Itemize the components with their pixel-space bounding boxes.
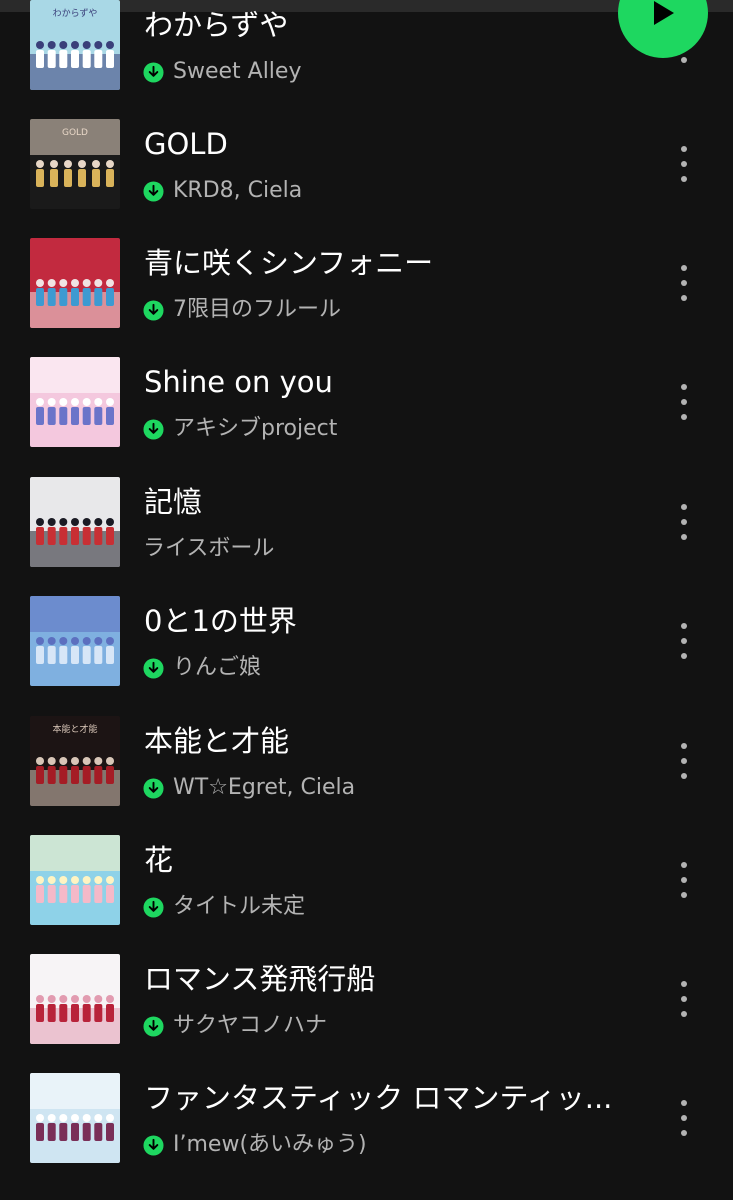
- track-artist: タイトル未定: [173, 894, 306, 919]
- more-options-button[interactable]: [669, 736, 699, 786]
- more-options-button[interactable]: [669, 855, 699, 905]
- more-options-button[interactable]: [669, 1093, 699, 1143]
- more-options-icon: [681, 981, 687, 1017]
- track-row[interactable]: 0と1の世界りんご娘: [0, 576, 733, 695]
- more-options-button[interactable]: [669, 139, 699, 189]
- track-artist: I’mew(あいみゅう): [173, 1132, 367, 1157]
- track-row[interactable]: ファンタスティック ロマンティッ... I’mew(あいみゅう): [0, 1053, 733, 1172]
- album-art: [30, 835, 120, 925]
- track-row[interactable]: 記憶 ライスボール: [0, 457, 733, 576]
- track-title: 花: [144, 843, 174, 877]
- track-meta: WT☆Egret, Ciela: [143, 774, 355, 802]
- album-cover: [30, 1073, 120, 1163]
- album-cover: [30, 954, 120, 1044]
- download-icon: [143, 299, 164, 321]
- track-meta: ライスボール: [143, 535, 274, 563]
- track-row[interactable]: ロマンス発飛行船サクヤコノハナ: [0, 934, 733, 1053]
- more-options-button[interactable]: [669, 258, 699, 308]
- track-meta: サクヤコノハナ: [143, 1012, 327, 1040]
- download-icon: [143, 61, 164, 83]
- track-title: ファンタスティック ロマンティッ...: [144, 1081, 613, 1115]
- more-options-icon: [681, 504, 687, 540]
- download-icon: [143, 896, 164, 918]
- track-meta: りんご娘: [143, 654, 261, 682]
- more-options-button[interactable]: [669, 497, 699, 547]
- track-row[interactable]: 本能と才能 本能と才能 WT☆Egret, Ciela: [0, 696, 733, 815]
- track-title: 本能と才能: [144, 724, 290, 758]
- track-meta: アキシブproject: [143, 415, 337, 443]
- track-row[interactable]: 花タイトル未定: [0, 815, 733, 934]
- track-title: GOLD: [144, 127, 228, 161]
- track-title: 記憶: [144, 485, 203, 519]
- track-artist: りんご娘: [173, 655, 262, 680]
- play-icon: [654, 1, 674, 25]
- album-cover: [30, 477, 120, 567]
- album-cover: [30, 835, 120, 925]
- download-icon: [143, 180, 164, 202]
- track-title: ロマンス発飛行船: [144, 962, 376, 996]
- track-artist: アキシブproject: [173, 416, 338, 441]
- more-options-icon: [681, 146, 687, 182]
- track-title: Shine on you: [144, 365, 333, 399]
- album-art: [30, 238, 120, 328]
- track-artist: ライスボール: [143, 536, 275, 561]
- album-cover: わからずや: [30, 0, 120, 90]
- track-meta: Sweet Alley: [143, 58, 301, 86]
- more-options-icon: [681, 1100, 687, 1136]
- album-art: [30, 954, 120, 1044]
- more-options-icon: [681, 862, 687, 898]
- more-options-button[interactable]: [669, 974, 699, 1024]
- track-artist: KRD8, Ciela: [173, 178, 303, 203]
- more-options-button[interactable]: [669, 616, 699, 666]
- download-icon: [143, 1134, 164, 1156]
- album-art-text: わからずや: [53, 8, 98, 19]
- album-cover: [30, 238, 120, 328]
- track-row[interactable]: Shine on you アキシブproject: [0, 337, 733, 456]
- album-art: [30, 1073, 120, 1163]
- more-options-icon: [681, 384, 687, 420]
- album-art: 本能と才能: [30, 716, 120, 806]
- track-artist: Sweet Alley: [173, 59, 302, 84]
- track-title: わからずや: [144, 8, 289, 42]
- track-artist: サクヤコノハナ: [173, 1013, 328, 1038]
- more-options-icon: [681, 743, 687, 779]
- track-artist: WT☆Egret, Ciela: [173, 775, 356, 800]
- more-options-icon: [681, 265, 687, 301]
- album-art: [30, 596, 120, 686]
- track-meta: I’mew(あいみゅう): [143, 1131, 367, 1159]
- download-icon: [143, 1015, 164, 1037]
- track-row[interactable]: 青に咲くシンフォニー 7限目のフルール: [0, 218, 733, 337]
- more-options-button[interactable]: [669, 377, 699, 427]
- album-cover: [30, 596, 120, 686]
- track-artist: 7限目のフルール: [173, 297, 341, 322]
- album-cover: GOLD: [30, 119, 120, 209]
- album-art: [30, 357, 120, 447]
- track-title: 0と1の世界: [144, 604, 297, 638]
- track-meta: 7限目のフルール: [143, 296, 341, 324]
- more-options-icon: [681, 623, 687, 659]
- track-row[interactable]: GOLD GOLD KRD8, Ciela: [0, 99, 733, 218]
- album-cover: [30, 357, 120, 447]
- playlist-screen: わからずや わからずや Sweet Alley GOLD GOLD KRD8, Ciela…: [0, 0, 733, 1200]
- track-title: 青に咲くシンフォニー: [144, 246, 434, 280]
- album-art: GOLD: [30, 119, 120, 209]
- album-art-text: GOLD: [62, 128, 88, 138]
- track-meta: KRD8, Ciela: [143, 177, 302, 205]
- album-art: わからずや: [30, 0, 120, 90]
- track-meta: タイトル未定: [143, 893, 305, 921]
- album-cover: 本能と才能: [30, 716, 120, 806]
- download-icon: [143, 657, 164, 679]
- album-art: [30, 477, 120, 567]
- download-icon: [143, 418, 164, 440]
- album-art-text: 本能と才能: [52, 723, 97, 735]
- download-icon: [143, 777, 164, 799]
